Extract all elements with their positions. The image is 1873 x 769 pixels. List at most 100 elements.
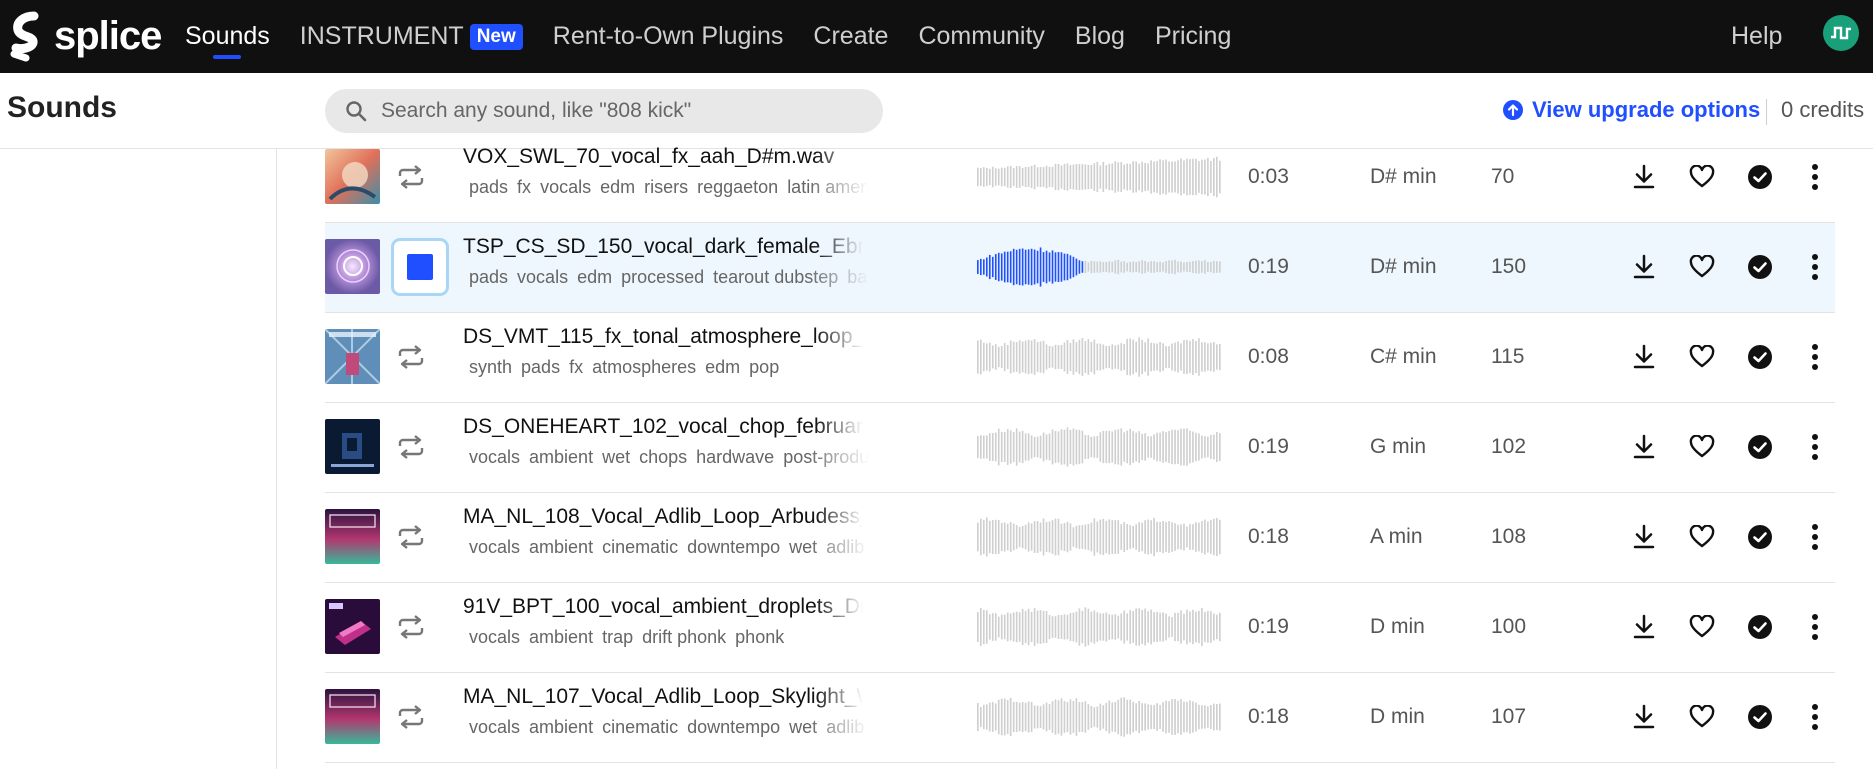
sample-tag[interactable]: trap [602,627,633,647]
download-button[interactable] [1627,430,1661,464]
nav-instrument[interactable]: INSTRUMENT New [300,0,523,73]
download-button[interactable] [1627,340,1661,374]
like-button[interactable] [1685,340,1719,374]
sample-tag[interactable]: downtempo [687,717,780,737]
sample-row[interactable]: 91V_BPT_100_vocal_ambient_droplets_Dm.wa… [325,583,1835,673]
sample-row[interactable]: TSP_CS_SD_150_vocal_dark_female_Ebmin.wa… [325,223,1835,313]
waveform[interactable] [977,245,1222,289]
more-options-button[interactable] [1798,340,1832,374]
sample-tag[interactable]: ambient [529,627,593,647]
waveform[interactable] [977,695,1222,739]
owned-check-button[interactable] [1743,700,1777,734]
owned-check-button[interactable] [1743,340,1777,374]
sample-tag[interactable]: pads [469,267,508,287]
nav-sounds[interactable]: Sounds [185,0,270,73]
sample-tag[interactable]: tearout dubstep [713,267,838,287]
sample-row[interactable]: VOX_SWL_70_vocal_fx_aah_D#m.wav pads fx vo… [325,133,1835,223]
owned-check-button[interactable] [1743,520,1777,554]
pack-cover-image[interactable] [325,509,380,564]
sample-row[interactable]: MA_NL_107_Vocal_Adlib_Loop_Skylight_Wet_… [325,673,1835,763]
pack-cover-image[interactable] [325,689,380,744]
more-options-button[interactable] [1798,520,1832,554]
sample-filename[interactable]: MA_NL_107_Vocal_Adlib_Loop_Skylight_Wet_… [463,685,863,709]
pack-cover-image[interactable] [325,329,380,384]
sample-tag[interactable]: vocals [469,537,520,557]
sample-tag[interactable]: wet [789,717,817,737]
sample-tag[interactable]: cinematic [602,537,678,557]
sample-tag[interactable]: atmospheres [592,357,696,377]
sample-tag[interactable]: fx [569,357,583,377]
sample-tag[interactable]: phonk [735,627,784,647]
sample-tag[interactable]: ambient [529,537,593,557]
pack-cover-image[interactable] [325,599,380,654]
sample-row[interactable]: MA_NL_108_Vocal_Adlib_Loop_Arbudess_Wet_… [325,493,1835,583]
sample-tag[interactable]: downtempo [687,537,780,557]
nav-rent-to-own[interactable]: Rent-to-Own Plugins [553,0,784,73]
like-button[interactable] [1685,700,1719,734]
loop-play-button[interactable] [391,697,431,737]
pack-cover-image[interactable] [325,239,380,294]
more-options-button[interactable] [1798,250,1832,284]
sample-tag[interactable]: adlib [826,537,864,557]
more-options-button[interactable] [1798,430,1832,464]
loop-play-button[interactable] [391,337,431,377]
sample-tag[interactable]: chops [639,447,687,467]
like-button[interactable] [1685,250,1719,284]
like-button[interactable] [1685,430,1719,464]
sample-tag[interactable]: latin american [787,177,869,197]
like-button[interactable] [1685,160,1719,194]
waveform[interactable] [977,515,1222,559]
pack-cover-image[interactable] [325,149,380,204]
nav-pricing[interactable]: Pricing [1155,0,1231,73]
more-options-button[interactable] [1798,610,1832,644]
sample-tag[interactable]: pads [469,177,508,197]
sample-tag[interactable]: post-production [783,447,869,467]
download-button[interactable] [1627,160,1661,194]
more-options-button[interactable] [1798,160,1832,194]
sample-tag[interactable]: vocals [540,177,591,197]
nav-help[interactable]: Help [1731,0,1782,73]
loop-play-button[interactable] [391,607,431,647]
sample-tag[interactable]: risers [644,177,688,197]
sample-filename[interactable]: MA_NL_108_Vocal_Adlib_Loop_Arbudess_Wet_… [463,505,863,529]
sample-tag[interactable]: wet [789,537,817,557]
sample-tag[interactable]: ambient [529,717,593,737]
sample-tag[interactable]: bass music [847,267,869,287]
sample-tag[interactable]: edm [600,177,635,197]
sample-tag[interactable]: edm [577,267,612,287]
owned-check-button[interactable] [1743,430,1777,464]
sample-tag[interactable]: pads [521,357,560,377]
loop-play-button[interactable] [391,157,431,197]
sample-filename[interactable]: DS_VMT_115_fx_tonal_atmosphere_loop_holl… [463,325,863,349]
sample-tag[interactable]: processed [621,267,704,287]
nav-blog[interactable]: Blog [1075,0,1125,73]
sample-tag[interactable]: vocals [469,717,520,737]
download-button[interactable] [1627,610,1661,644]
view-upgrade-options-link[interactable]: View upgrade options [1502,97,1760,123]
waveform[interactable] [977,155,1222,199]
sample-filename[interactable]: DS_ONEHEART_102_vocal_chop_february_Gmin… [463,415,863,439]
sample-filename[interactable]: 91V_BPT_100_vocal_ambient_droplets_Dm.wa… [463,595,863,619]
sample-tag[interactable]: vocals [469,447,520,467]
owned-check-button[interactable] [1743,610,1777,644]
nav-create[interactable]: Create [813,0,888,73]
sample-tag[interactable]: vocals [469,627,520,647]
search-bar[interactable] [325,89,883,133]
sample-filename[interactable]: VOX_SWL_70_vocal_fx_aah_D#m.wav [463,145,863,169]
sample-tag[interactable]: ambient [529,447,593,467]
sample-tag[interactable]: adlib [826,717,864,737]
sample-filename[interactable]: TSP_CS_SD_150_vocal_dark_female_Ebmin.wa… [463,235,863,259]
waveform[interactable] [977,605,1222,649]
sample-row[interactable]: DS_ONEHEART_102_vocal_chop_february_Gmin… [325,403,1835,493]
sample-tag[interactable]: synth [469,357,512,377]
sample-tag[interactable]: pop [749,357,779,377]
sample-tag[interactable]: wet [602,447,630,467]
sample-tag[interactable]: reggaeton [697,177,778,197]
nav-community[interactable]: Community [918,0,1044,73]
loop-play-button[interactable] [391,427,431,467]
stop-button[interactable] [391,238,449,296]
sample-tag[interactable]: edm [705,357,740,377]
pack-cover-image[interactable] [325,419,380,474]
sample-tag[interactable]: hardwave [696,447,774,467]
download-button[interactable] [1627,250,1661,284]
